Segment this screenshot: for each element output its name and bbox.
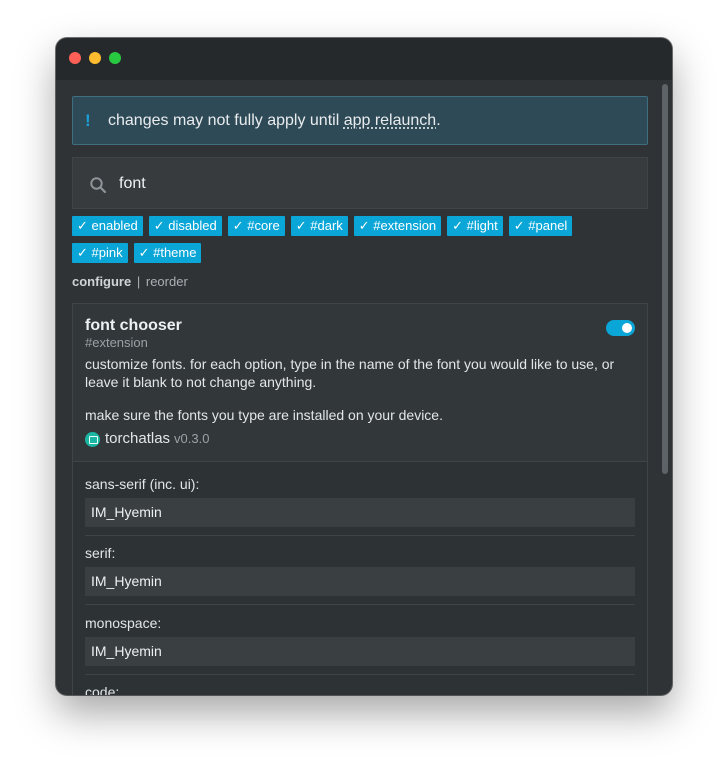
filter-tag-disabled[interactable]: ✓ disabled xyxy=(148,216,222,236)
option-label: sans-serif (inc. ui): xyxy=(85,476,200,492)
toggle-knob xyxy=(622,323,632,333)
extension-description-2: make sure the fonts you type are install… xyxy=(85,407,443,423)
filter-tags: ✓ enabled ✓ disabled ✓ #core ✓ #dark ✓ #… xyxy=(72,216,632,263)
option-label: code: xyxy=(85,684,120,695)
minimize-window-button[interactable] xyxy=(89,52,101,64)
notice-text: changes may not fully apply until app re… xyxy=(108,111,441,131)
title-bar xyxy=(56,38,672,80)
extension-card-header: font chooser #extension customize fonts.… xyxy=(73,304,647,461)
monospace-font-input[interactable]: IM_Hyemin xyxy=(85,637,635,666)
configure-view-link[interactable]: configure xyxy=(72,274,131,289)
filter-tag-extension[interactable]: ✓ #extension xyxy=(353,216,442,236)
sans-serif-font-input[interactable]: IM_Hyemin xyxy=(85,498,635,527)
notice-text-before: changes may not fully apply until xyxy=(108,112,344,129)
filter-tag-core[interactable]: ✓ #core xyxy=(227,216,285,236)
close-window-button[interactable] xyxy=(69,52,81,64)
view-separator: | xyxy=(136,274,141,289)
option-divider xyxy=(85,674,635,675)
serif-font-input[interactable]: IM_Hyemin xyxy=(85,567,635,596)
extension-title: font chooser xyxy=(85,317,182,334)
reorder-view-link[interactable]: reorder xyxy=(146,274,188,289)
option-divider xyxy=(85,535,635,536)
option-label: monospace: xyxy=(85,615,162,631)
zoom-window-button[interactable] xyxy=(109,52,121,64)
search-icon xyxy=(90,177,107,194)
notice-text-after: . xyxy=(436,112,441,129)
scrollbar-thumb[interactable] xyxy=(662,84,668,474)
exclamation-icon: ! xyxy=(85,111,91,130)
extension-author: torchatlas v0.3.0 xyxy=(85,429,209,449)
option-serif: serif: IM_Hyemin xyxy=(85,544,635,596)
extension-tag: #extension xyxy=(85,335,148,350)
filter-tag-enabled[interactable]: ✓ enabled xyxy=(72,216,143,236)
extension-card: font chooser #extension customize fonts.… xyxy=(72,303,648,695)
view-switcher: configure | reorder xyxy=(72,274,188,290)
option-divider xyxy=(85,604,635,605)
option-code: code: xyxy=(85,683,635,695)
option-label: serif: xyxy=(85,545,116,561)
search-input[interactable]: font xyxy=(72,157,648,209)
filter-tag-light[interactable]: ✓ #light xyxy=(447,216,503,236)
option-sans-serif: sans-serif (inc. ui): IM_Hyemin xyxy=(85,475,635,527)
filter-tag-theme[interactable]: ✓ #theme xyxy=(133,243,202,263)
extension-enabled-toggle[interactable] xyxy=(606,320,635,336)
filter-tag-dark[interactable]: ✓ #dark xyxy=(290,216,348,236)
extension-description-1: customize fonts. for each option, type i… xyxy=(85,356,615,390)
author-avatar-icon xyxy=(85,431,100,447)
option-monospace: monospace: IM_Hyemin xyxy=(85,614,635,666)
search-value[interactable]: font xyxy=(119,174,146,194)
extension-options: sans-serif (inc. ui): IM_Hyemin serif: I… xyxy=(73,461,647,695)
filter-tag-panel[interactable]: ✓ #panel xyxy=(508,216,573,236)
filter-tag-pink[interactable]: ✓ #pink xyxy=(72,243,128,263)
app-window: ! changes may not fully apply until app … xyxy=(56,38,672,695)
extension-version: v0.3.0 xyxy=(174,431,210,446)
app-relaunch-link[interactable]: app relaunch xyxy=(344,112,437,129)
author-name[interactable]: torchatlas xyxy=(105,429,170,449)
extension-description: customize fonts. for each option, type i… xyxy=(85,355,641,424)
relaunch-notice: ! changes may not fully apply until app … xyxy=(72,96,648,145)
scrollbar[interactable] xyxy=(660,80,670,695)
